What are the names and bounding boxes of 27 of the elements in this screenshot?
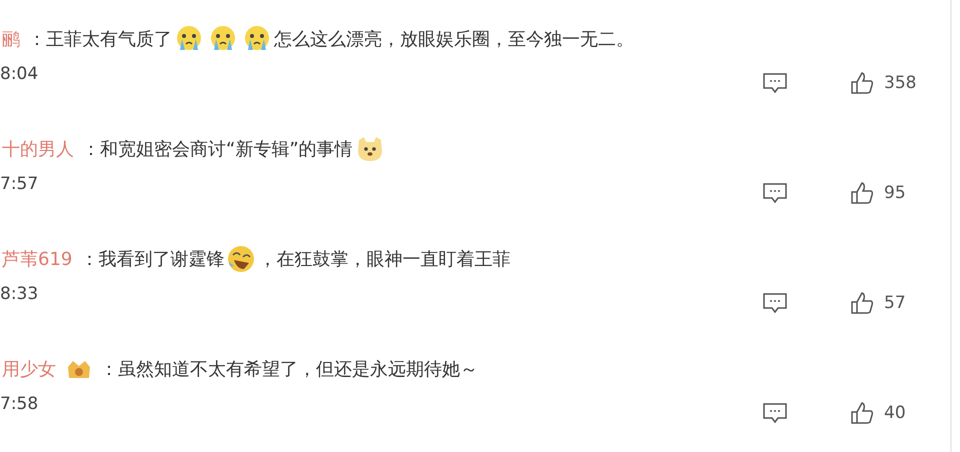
comment-time: 7:57 [0, 173, 38, 196]
comment-time: 7:58 [0, 393, 38, 416]
like-count: 57 [884, 292, 907, 314]
comment-text: ，在狂鼓掌，眼神一直盯着王菲 [258, 248, 510, 272]
thumbs-up-icon[interactable] [850, 181, 874, 206]
username-link[interactable]: 芦苇619 [0, 246, 80, 272]
thumbs-up-icon[interactable] [850, 291, 874, 316]
comment-time: 8:33 [0, 283, 38, 306]
thumbs-up-icon[interactable] [850, 401, 874, 426]
reply-icon[interactable] [762, 72, 788, 94]
reply-icon[interactable] [762, 292, 788, 314]
comment-time: 8:04 [0, 63, 38, 86]
reply-icon[interactable] [762, 402, 788, 424]
comment-text: ：王菲太有气质了 [28, 28, 172, 52]
laughing-emoji-icon [226, 244, 256, 274]
comment-text: ：我看到了谢霆锋 [80, 248, 224, 272]
username-link[interactable]: 鹂 [0, 26, 28, 52]
username-link[interactable]: 用少女 [0, 356, 64, 382]
like-count: 358 [884, 72, 918, 94]
username-link[interactable]: 十的男人 [0, 136, 82, 162]
like-count: 95 [884, 182, 907, 204]
like-count: 40 [884, 402, 907, 424]
reply-icon[interactable] [762, 182, 788, 204]
comment-text: 怎么这么漂亮，放眼娱乐圈，至今独一无二。 [274, 28, 634, 52]
comment-text: ：和宽姐密会商讨“新专辑”的事情 [82, 138, 353, 162]
thumbs-up-icon[interactable] [850, 71, 874, 96]
comment-text: ：虽然知道不太有希望了，但还是永远期待她～ [100, 358, 478, 382]
